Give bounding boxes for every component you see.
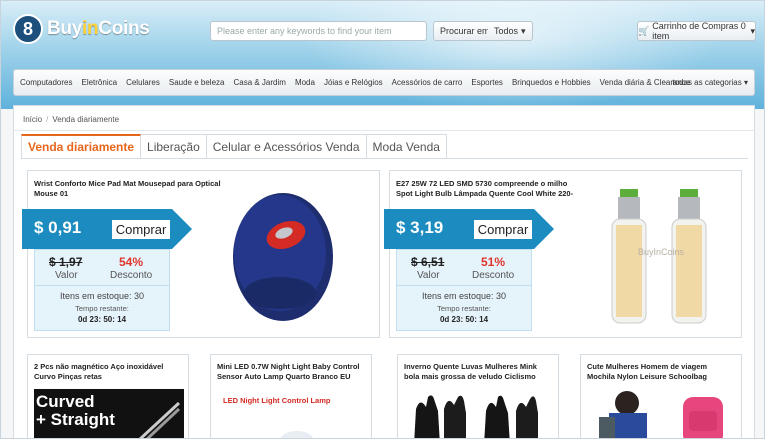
cart-button[interactable]: 🛒 Carrinho de Compras 0 item ▾ bbox=[637, 21, 756, 41]
discount-value: 54% bbox=[119, 255, 144, 269]
divider bbox=[14, 130, 754, 131]
deal-title[interactable]: Wrist Conforto Mice Pad Mat Mousepad par… bbox=[34, 179, 224, 199]
cart-label: Carrinho de Compras 0 item bbox=[652, 21, 746, 41]
product-card[interactable]: Cute Mulheres Homem de viagem Mochila Ny… bbox=[580, 354, 742, 438]
product-card[interactable]: 2 Pcs não magnético Aço inoxidável Curvo… bbox=[27, 354, 189, 438]
tab-liberacao[interactable]: Liberação bbox=[141, 134, 207, 159]
search-scope-label: Todos bbox=[494, 26, 519, 36]
stock-count: Itens em estoque: 30 bbox=[421, 291, 507, 301]
product-title[interactable]: Inverno Quente Luvas Mulheres Mink bola … bbox=[404, 362, 554, 382]
led-bulb-product-image[interactable]: BuyInCoins bbox=[600, 185, 720, 335]
discount-value: 51% bbox=[481, 255, 506, 269]
search-input[interactable] bbox=[210, 21, 427, 41]
discount-label: Desconto bbox=[472, 270, 515, 281]
image-caption: Curved bbox=[36, 392, 95, 411]
old-price-label: Valor bbox=[55, 270, 78, 281]
all-categories-dropdown[interactable]: todas as categorias ▾ bbox=[672, 78, 748, 87]
deal-price: $ 3,19 bbox=[396, 218, 444, 237]
nav-item-joias-relogios[interactable]: Jóias e Relógios bbox=[324, 78, 383, 87]
breadcrumb-home[interactable]: Início bbox=[23, 115, 42, 124]
divider bbox=[21, 158, 748, 159]
deal-card: Wrist Conforto Mice Pad Mat Mousepad par… bbox=[22, 170, 380, 338]
mousepad-product-image[interactable] bbox=[228, 185, 338, 325]
nav-item-celulares[interactable]: Celulares bbox=[126, 78, 160, 87]
image-caption: LED Night Light Control Lamp bbox=[223, 396, 331, 405]
product-title[interactable]: 2 Pcs não magnético Aço inoxidável Curvo… bbox=[34, 362, 184, 382]
countdown-timer: 0d 23: 50: 14 bbox=[77, 315, 127, 324]
tab-venda-diariamente[interactable]: Venda diariamente bbox=[21, 134, 142, 159]
cart-icon: 🛒 bbox=[638, 25, 650, 36]
lamp-icon bbox=[281, 431, 313, 438]
old-price: $ 6,51 bbox=[411, 255, 445, 269]
nav-item-casa-jardim[interactable]: Casa & Jardim bbox=[233, 78, 285, 87]
nav-item-brinquedos-hobbies[interactable]: Brinquedos e Hobbies bbox=[512, 78, 591, 87]
nav-item-moda[interactable]: Moda bbox=[295, 78, 315, 87]
image-caption: + Straight bbox=[36, 410, 115, 429]
main-panel: Início / Venda diariamente Venda diariamen… bbox=[13, 105, 755, 438]
tab-celular-acessorios[interactable]: Celular e Acessórios Venda bbox=[206, 134, 367, 159]
site-header: 8 BuyinCoins Procurar em Todos ▾ 🛒 Carri… bbox=[1, 1, 764, 111]
product-card[interactable]: Mini LED 0.7W Night Light Baby Control S… bbox=[210, 354, 372, 438]
product-title[interactable]: Mini LED 0.7W Night Light Baby Control S… bbox=[217, 362, 367, 382]
breadcrumb-current: Venda diariamente bbox=[52, 115, 120, 124]
logo-text: BuyinCoins bbox=[47, 18, 150, 39]
chevron-down-icon: ▾ bbox=[743, 78, 748, 87]
nav-item-eletronica[interactable]: Eletrônica bbox=[81, 78, 117, 87]
backpack-product-image bbox=[587, 389, 737, 438]
search-button[interactable]: Procurar em bbox=[433, 21, 497, 41]
night-light-product-image: LED Night Light Control Lamp bbox=[217, 389, 367, 438]
divider bbox=[35, 285, 169, 286]
deal-info: $ 1,97 Valor 54% Desconto Itens em estoq… bbox=[34, 249, 170, 331]
deal-info: $ 6,51 Valor 51% Desconto Itens em estoq… bbox=[396, 249, 532, 331]
nav-item-acessorios-carro[interactable]: Acessórios de carro bbox=[392, 78, 463, 87]
old-price: $ 1,97 bbox=[49, 255, 83, 269]
countdown-timer: 0d 23: 50: 14 bbox=[439, 315, 489, 324]
deal-card: E27 25W 72 LED SMD 5730 compreende o mil… bbox=[384, 170, 742, 338]
deal-price: $ 0,91 bbox=[34, 218, 82, 237]
chevron-down-icon: ▾ bbox=[750, 25, 755, 36]
logo-badge: 8 bbox=[13, 14, 43, 44]
stock-count: Itens em estoque: 30 bbox=[59, 291, 145, 301]
price-flag: $ 0,91 Comprar bbox=[22, 209, 192, 249]
buy-button[interactable]: Comprar bbox=[112, 220, 170, 239]
gloves-product-image bbox=[404, 389, 554, 438]
time-remaining-label: Tempo restante: bbox=[75, 304, 129, 313]
product-card[interactable]: Inverno Quente Luvas Mulheres Mink bola … bbox=[397, 354, 559, 438]
nav-item-saude-beleza[interactable]: Saude e beleza bbox=[169, 78, 225, 87]
product-title[interactable]: Cute Mulheres Homem de viagem Mochila Ny… bbox=[587, 362, 737, 382]
tab-moda-venda[interactable]: Moda Venda bbox=[366, 134, 447, 159]
nav-item-esportes[interactable]: Esportes bbox=[471, 78, 503, 87]
image-watermark: BuyInCoins bbox=[638, 247, 685, 257]
discount-label: Desconto bbox=[110, 270, 153, 281]
site-logo[interactable]: 8 BuyinCoins bbox=[13, 13, 150, 45]
search-scope-dropdown[interactable]: Todos ▾ bbox=[488, 21, 533, 41]
sale-tabs: Venda diariamente Liberação Celular e Ac… bbox=[21, 134, 447, 159]
tweezers-icon bbox=[138, 401, 181, 438]
tweezers-product-image: Curved + Straight bbox=[34, 389, 184, 438]
time-remaining-label: Tempo restante: bbox=[437, 304, 491, 313]
nav-item-computadores[interactable]: Computadores bbox=[20, 78, 72, 87]
deal-title[interactable]: E27 25W 72 LED SMD 5730 compreende o mil… bbox=[396, 179, 586, 199]
chevron-down-icon: ▾ bbox=[521, 25, 526, 36]
price-flag: $ 3,19 Comprar bbox=[384, 209, 554, 249]
buy-button[interactable]: Comprar bbox=[474, 220, 532, 239]
divider bbox=[397, 285, 531, 286]
old-price-label: Valor bbox=[417, 270, 440, 281]
category-nav: Computadores Eletrônica Celulares Saude … bbox=[13, 69, 755, 96]
breadcrumb: Início / Venda diariamente bbox=[23, 115, 120, 124]
browser-frame: 8 BuyinCoins Procurar em Todos ▾ 🛒 Carri… bbox=[0, 0, 765, 439]
